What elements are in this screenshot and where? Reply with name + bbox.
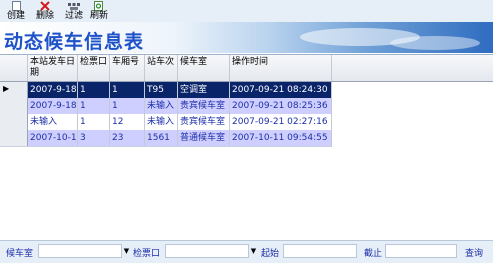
waiting-room-filter-label: 候车室 [6, 249, 34, 259]
cell-gate[interactable]: 1 [78, 114, 110, 130]
cell-departure-date[interactable]: 2007-10-11 [28, 130, 78, 146]
cell-departure-date[interactable]: 2007-9-18 [28, 98, 78, 114]
header-gate[interactable]: 检票口 [78, 55, 110, 81]
grid-header: 本站发车日期 检票口 车厢号 站车次 候车室 操作时间 [0, 55, 493, 82]
header-carriage[interactable]: 车厢号 [110, 55, 145, 81]
filter-button[interactable]: 过滤 [61, 0, 87, 22]
waiting-room-select[interactable] [38, 244, 122, 258]
start-date-input[interactable] [283, 244, 357, 258]
cell-operation-time[interactable]: 2007-09-21 08:24:30 [230, 82, 332, 98]
delete-label: 删除 [35, 11, 54, 21]
end-date-input[interactable] [385, 244, 457, 258]
page-title: 动态候车信息表 [4, 31, 145, 53]
cell-operation-time[interactable]: 2007-10-11 09:54:55 [230, 130, 332, 146]
start-date-label: 起始 [261, 249, 280, 259]
refresh-label: 刷新 [89, 11, 108, 21]
table-row[interactable]: 2007-9-18 1 1 未输入 贵宾候车室 2007-09-21 08:25… [0, 98, 332, 115]
row-header[interactable] [0, 114, 28, 130]
cell-departure-date[interactable]: 2007-9-18 [28, 82, 78, 98]
data-grid: 本站发车日期 检票口 车厢号 站车次 候车室 操作时间 ▶ 2007-9-18 … [0, 54, 493, 241]
gate-filter-label: 检票口 [133, 249, 161, 259]
header-departure-date[interactable]: 本站发车日期 [28, 55, 78, 81]
filter-icon [68, 0, 80, 11]
cell-carriage[interactable]: 1 [110, 82, 145, 98]
cell-carriage[interactable]: 23 [110, 130, 145, 146]
cell-gate[interactable]: 1 [78, 82, 110, 98]
refresh-icon [93, 0, 105, 11]
cell-train[interactable]: 1561 [145, 130, 178, 146]
gate-select[interactable] [165, 244, 249, 258]
cell-waiting-room[interactable]: 普通候车室 [178, 130, 230, 146]
table-row[interactable]: 未输入 1 12 未输入 贵宾候车室 2007-09-21 02:27:16 [0, 114, 332, 131]
header-waiting-room[interactable]: 候车室 [178, 55, 230, 81]
filter-bar: 候车室 ▼ 检票口 ▼ 起始 截止 查询 [0, 240, 493, 263]
current-row-indicator-icon: ▶ [3, 84, 10, 93]
cell-gate[interactable]: 3 [78, 130, 110, 146]
header-corner [0, 55, 28, 81]
row-header[interactable] [0, 98, 28, 114]
cell-departure-date[interactable]: 未输入 [28, 114, 78, 130]
filter-label: 过滤 [64, 11, 83, 21]
row-header[interactable] [0, 130, 28, 146]
table-row[interactable]: 2007-10-11 3 23 1561 普通候车室 2007-10-11 09… [0, 130, 332, 147]
new-document-icon [10, 0, 22, 11]
cloud-decoration [390, 36, 480, 50]
cell-train[interactable]: 未输入 [145, 98, 178, 114]
cell-train[interactable]: 未输入 [145, 114, 178, 130]
header-train[interactable]: 站车次 [145, 55, 178, 81]
toolbar: 创建 删除 过滤 刷新 [0, 0, 493, 23]
cell-waiting-room[interactable]: 空调室 [178, 82, 230, 98]
delete-icon [39, 0, 51, 11]
row-header[interactable]: ▶ [0, 82, 28, 98]
chevron-down-icon[interactable]: ▼ [122, 244, 131, 258]
cell-gate[interactable]: 1 [78, 98, 110, 114]
header-operation-time[interactable]: 操作时间 [230, 55, 332, 81]
title-banner: 动态候车信息表 [0, 22, 493, 53]
delete-button[interactable]: 删除 [32, 0, 58, 22]
new-button[interactable]: 创建 [3, 0, 29, 22]
chevron-down-icon[interactable]: ▼ [249, 244, 258, 258]
search-button[interactable]: 查询 [465, 246, 483, 259]
cell-carriage[interactable]: 1 [110, 98, 145, 114]
end-date-label: 截止 [364, 249, 383, 259]
cell-operation-time[interactable]: 2007-09-21 08:25:36 [230, 98, 332, 114]
cell-waiting-room[interactable]: 贵宾候车室 [178, 98, 230, 114]
table-row[interactable]: ▶ 2007-9-18 1 1 T95 空调室 2007-09-21 08:24… [0, 82, 332, 99]
cell-carriage[interactable]: 12 [110, 114, 145, 130]
cell-waiting-room[interactable]: 贵宾候车室 [178, 114, 230, 130]
refresh-button[interactable]: 刷新 [86, 0, 112, 22]
cell-operation-time[interactable]: 2007-09-21 02:27:16 [230, 114, 332, 130]
cell-train[interactable]: T95 [145, 82, 178, 98]
new-label: 创建 [6, 11, 25, 21]
